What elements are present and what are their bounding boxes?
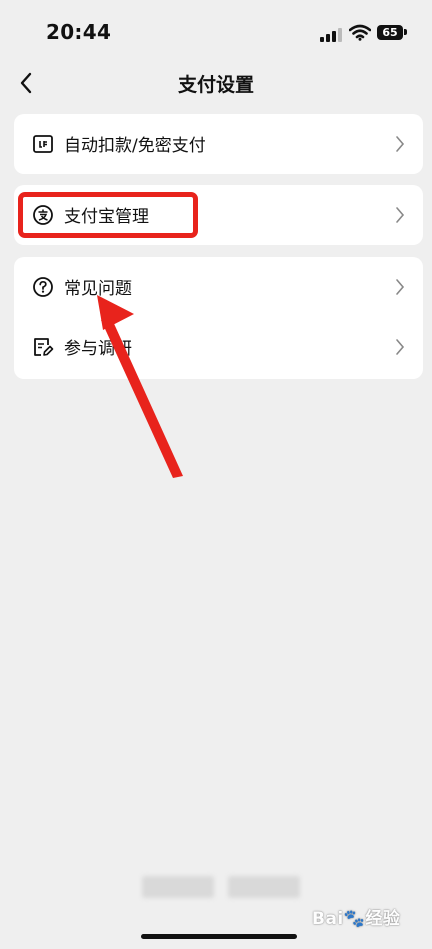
- status-bar: 20:44 65: [0, 0, 432, 64]
- watermark: Bai🐾经验: [312, 909, 401, 929]
- cellular-signal-icon: [320, 28, 344, 42]
- wifi-icon: [349, 24, 371, 41]
- highlight-box: [18, 192, 198, 238]
- auto-pay-icon: [33, 135, 53, 153]
- battery-icon: 65: [377, 25, 403, 40]
- menu-item-survey[interactable]: 参与调研: [14, 317, 423, 377]
- chevron-right-icon: [396, 136, 405, 152]
- menu-item-label: 自动扣款/免密支付: [64, 136, 206, 156]
- page-title: 支付设置: [177, 74, 254, 96]
- chevron-right-icon: [396, 207, 405, 223]
- nav-bar: 支付设置: [0, 64, 432, 104]
- card-auto-pay: 自动扣款/免密支付: [14, 114, 423, 174]
- menu-item-faq[interactable]: 常见问题: [14, 257, 423, 317]
- chevron-right-icon: [396, 339, 405, 355]
- home-indicator: [141, 934, 297, 939]
- card-help: 常见问题 参与调研: [14, 257, 423, 379]
- question-circle-icon: [33, 277, 53, 297]
- survey-edit-icon: [34, 338, 54, 356]
- battery-nub: [404, 29, 407, 35]
- menu-item-label: 参与调研: [64, 339, 132, 359]
- status-time: 20:44: [46, 20, 112, 44]
- blurred-text: [142, 876, 214, 898]
- menu-item-auto-pay[interactable]: 自动扣款/免密支付: [14, 114, 423, 174]
- blurred-text: [228, 876, 300, 898]
- menu-item-label: 常见问题: [64, 279, 132, 299]
- chevron-right-icon: [396, 279, 405, 295]
